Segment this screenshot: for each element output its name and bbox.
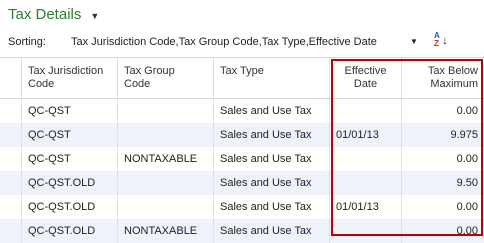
table-row[interactable]: QC-QST.OLD Sales and Use Tax 9.50 [0,171,484,195]
sort-z-glyph: Z [434,39,439,48]
row-selector[interactable] [0,123,22,147]
arrow-down-glyph: ↓ [442,33,448,47]
row-selector[interactable] [0,195,22,219]
page-title-text: Tax Details [8,6,82,23]
cell-type[interactable]: Sales and Use Tax [214,171,330,195]
sort-ascending-icon[interactable]: A Z ↓ [433,31,453,52]
cell-tax[interactable]: 9.975 [402,123,484,147]
cell-group[interactable] [118,123,214,147]
row-selector-header [0,58,22,98]
cell-tax[interactable]: 0.00 [402,147,484,171]
table-row[interactable]: QC-QST Sales and Use Tax 0.00 [0,99,484,123]
cell-group[interactable] [118,171,214,195]
cell-type[interactable]: Sales and Use Tax [214,147,330,171]
cell-type[interactable]: Sales and Use Tax [214,195,330,219]
cell-tax[interactable]: 0.00 [402,99,484,123]
cell-jurisdiction[interactable]: QC-QST.OLD [22,195,118,219]
table-row[interactable]: QC-QST.OLD Sales and Use Tax 01/01/13 0.… [0,195,484,219]
cell-date[interactable] [330,219,402,243]
cell-type[interactable]: Sales and Use Tax [214,99,330,123]
cell-date[interactable] [330,147,402,171]
cell-tax[interactable]: 0.00 [402,219,484,243]
cell-jurisdiction[interactable]: QC-QST [22,123,118,147]
table-header: Tax Jurisdiction Code Tax Group Code Tax… [0,58,484,99]
row-selector[interactable] [0,219,22,243]
cell-jurisdiction[interactable]: QC-QST [22,99,118,123]
chevron-down-icon[interactable]: ▼ [410,37,418,46]
cell-jurisdiction[interactable]: QC-QST.OLD [22,171,118,195]
sorting-value[interactable]: Tax Jurisdiction Code,Tax Group Code,Tax… [71,36,377,48]
table-row[interactable]: QC-QST Sales and Use Tax 01/01/13 9.975 [0,123,484,147]
cell-date[interactable] [330,99,402,123]
chevron-down-icon[interactable]: ▼ [90,11,99,21]
row-selector[interactable] [0,171,22,195]
cell-group[interactable]: NONTAXABLE [118,219,214,243]
column-header-type[interactable]: Tax Type [214,58,330,98]
column-header-effective-date[interactable]: Effective Date [330,58,402,98]
column-header-jurisdiction[interactable]: Tax Jurisdiction Code [22,58,118,98]
page-title[interactable]: Tax Details ▼ [8,6,99,23]
cell-jurisdiction[interactable]: QC-QST [22,147,118,171]
sorting-bar: Sorting: Tax Jurisdiction Code,Tax Group… [8,31,484,52]
tax-details-table: Tax Jurisdiction Code Tax Group Code Tax… [0,57,484,243]
cell-group[interactable] [118,99,214,123]
table-row[interactable]: QC-QST.OLD NONTAXABLE Sales and Use Tax … [0,219,484,243]
row-selector[interactable] [0,147,22,171]
cell-jurisdiction[interactable]: QC-QST.OLD [22,219,118,243]
cell-group[interactable]: NONTAXABLE [118,147,214,171]
cell-type[interactable]: Sales and Use Tax [214,123,330,147]
column-header-tax-below-max[interactable]: Tax Below Maximum [402,58,484,98]
cell-type[interactable]: Sales and Use Tax [214,219,330,243]
column-header-group[interactable]: Tax Group Code [118,58,214,98]
cell-date[interactable]: 01/01/13 [330,123,402,147]
cell-date[interactable]: 01/01/13 [330,195,402,219]
cell-tax[interactable]: 9.50 [402,171,484,195]
cell-tax[interactable]: 0.00 [402,195,484,219]
cell-date[interactable] [330,171,402,195]
table-row[interactable]: QC-QST NONTAXABLE Sales and Use Tax 0.00 [0,147,484,171]
cell-group[interactable] [118,195,214,219]
sorting-label: Sorting: [8,36,46,48]
row-selector[interactable] [0,99,22,123]
